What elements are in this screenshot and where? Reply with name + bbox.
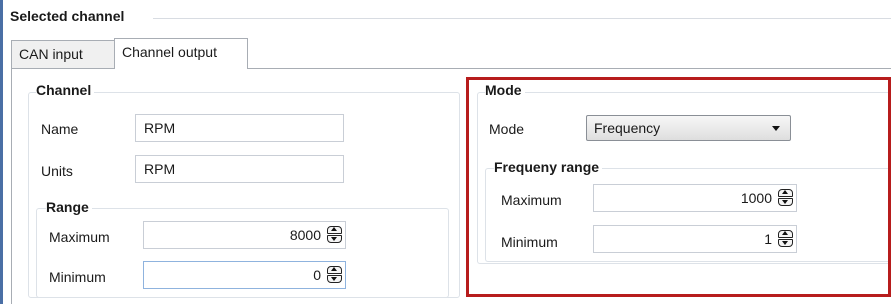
range-minimum-label: Minimum	[49, 269, 106, 285]
dropdown-arrow-icon	[772, 126, 780, 131]
channel-group-title: Channel	[36, 82, 95, 98]
spin-up-icon[interactable]	[327, 266, 342, 274]
spin-up-icon[interactable]	[778, 230, 793, 238]
group-divider	[153, 18, 891, 19]
frequency-maximum-label: Maximum	[501, 192, 562, 208]
spin-down-icon[interactable]	[778, 198, 793, 206]
frequency-maximum-input[interactable]: 1000	[593, 184, 797, 212]
range-maximum-spinner[interactable]	[327, 226, 343, 244]
spin-down-icon[interactable]	[778, 239, 793, 247]
mode-select[interactable]: Frequency	[586, 115, 791, 141]
frequency-minimum-label: Minimum	[501, 234, 558, 250]
selected-channel-panel: Selected channel CAN input Channel outpu…	[0, 0, 891, 304]
spin-up-icon[interactable]	[327, 226, 342, 234]
tab-channel-output-label: Channel output	[122, 44, 217, 60]
frequency-maximum-value: 1000	[740, 190, 772, 206]
tab-can-input[interactable]: CAN input	[11, 40, 115, 68]
spin-down-icon[interactable]	[327, 275, 342, 283]
tab-channel-output[interactable]: Channel output	[114, 38, 248, 69]
name-input[interactable]: RPM	[135, 114, 344, 142]
frequency-maximum-spinner[interactable]	[778, 189, 794, 207]
mode-select-value: Frequency	[594, 120, 661, 136]
frequency-minimum-spinner[interactable]	[778, 230, 794, 248]
units-input[interactable]: RPM	[135, 155, 344, 183]
range-maximum-label: Maximum	[49, 229, 110, 245]
name-label: Name	[41, 121, 79, 137]
range-group-title: Range	[46, 199, 92, 215]
range-maximum-input[interactable]: 8000	[143, 221, 346, 249]
frequency-range-title: Frequeny range	[494, 159, 603, 175]
selected-channel-title: Selected channel	[10, 8, 128, 24]
tab-can-input-label: CAN input	[19, 46, 83, 62]
mode-group-title: Mode	[485, 82, 525, 98]
range-minimum-spinner[interactable]	[327, 266, 343, 284]
range-minimum-input[interactable]: 0	[143, 261, 346, 289]
range-minimum-value: 0	[313, 267, 321, 283]
spin-up-icon[interactable]	[778, 189, 793, 197]
range-maximum-value: 8000	[289, 227, 321, 243]
units-label: Units	[41, 163, 73, 179]
frequency-minimum-value: 1	[764, 231, 772, 247]
frequency-minimum-input[interactable]: 1	[593, 225, 797, 253]
spin-down-icon[interactable]	[327, 235, 342, 243]
mode-label: Mode	[489, 121, 525, 137]
